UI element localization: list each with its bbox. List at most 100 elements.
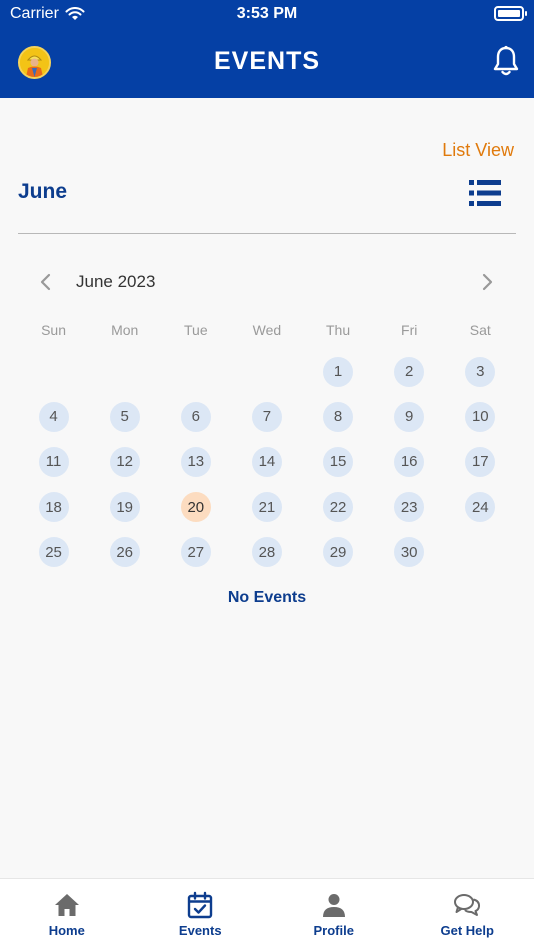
person-icon: [322, 894, 345, 917]
calendar-day-number: 26: [109, 537, 140, 568]
calendar-day[interactable]: 25: [18, 530, 89, 575]
calendar-day-number: 15: [323, 446, 354, 477]
calendar-day-number: 7: [251, 401, 282, 432]
calendar-day[interactable]: 16: [374, 439, 445, 484]
calendar-day-number: 4: [38, 401, 69, 432]
calendar-day[interactable]: 13: [160, 439, 231, 484]
weekday-label: Sat: [469, 322, 491, 338]
app-header: Carrier 3:53 PM EVENTS: [0, 0, 534, 98]
weekday-label: Wed: [252, 322, 282, 338]
calendar-day[interactable]: 2: [374, 349, 445, 394]
calendar-day[interactable]: 3: [445, 349, 516, 394]
calendar-day-number: 22: [323, 492, 354, 523]
calendar-day-number: 19: [109, 492, 140, 523]
calendar-day[interactable]: 15: [303, 439, 374, 484]
calendar-day-number: 13: [180, 446, 211, 477]
page-title: EVENTS: [213, 47, 321, 75]
list-toggle-icon[interactable]: [469, 180, 501, 206]
calendar-day-empty: [445, 530, 516, 575]
calendar-day-number: 17: [465, 446, 496, 477]
calendar-day-number: 2: [394, 356, 425, 387]
weekday-label: Tue: [184, 322, 208, 338]
status-time: 3:53 PM: [236, 5, 298, 22]
calendar-day[interactable]: 12: [89, 439, 160, 484]
status-bar: Carrier 3:53 PM: [0, 0, 534, 30]
month-heading: June: [18, 180, 68, 203]
weekday-label: Thu: [326, 322, 351, 338]
chat-bubbles-icon: [454, 894, 481, 916]
calendar-day-number: [39, 357, 69, 387]
calendar-day[interactable]: 26: [89, 530, 160, 575]
calendar-day[interactable]: 30: [374, 530, 445, 575]
calendar-day-number: 16: [394, 446, 425, 477]
calendar-day-number: [181, 357, 211, 387]
calendar-day[interactable]: 21: [231, 485, 302, 530]
divider: [18, 233, 516, 234]
calendar-day[interactable]: 29: [303, 530, 374, 575]
calendar-day[interactable]: 1: [303, 349, 374, 394]
battery-icon: [494, 6, 527, 21]
calendar-month-title: June 2023: [76, 272, 156, 291]
calendar-day-number: 9: [394, 401, 425, 432]
tab-label: Home: [48, 923, 85, 938]
calendar-day-number: 30: [394, 537, 425, 568]
weekday-label: Fri: [401, 322, 418, 338]
calendar-day-number: 25: [38, 537, 69, 568]
calendar-day[interactable]: 8: [303, 394, 374, 439]
calendar-day-number: 6: [180, 401, 211, 432]
calendar-days-grid: 1 2 3 4 5 6 7 8 9 10 11 12 13 14 15 16 17 18 19 20 21 22 23 24 2…: [18, 349, 516, 575]
list-view-link[interactable]: List View: [442, 140, 514, 161]
calendar-day[interactable]: 23: [374, 485, 445, 530]
calendar-day-number: 29: [323, 537, 354, 568]
tab-label: Events: [178, 923, 222, 938]
calendar-day-empty: [89, 349, 160, 394]
calendar-day[interactable]: 4: [18, 394, 89, 439]
calendar-day-number: 28: [251, 537, 282, 568]
calendar-day-number: 10: [465, 401, 496, 432]
home-icon: [54, 894, 79, 916]
calendar-day-empty: [160, 349, 231, 394]
tab-home[interactable]: Home: [0, 879, 134, 950]
calendar-day-number: 21: [251, 492, 282, 523]
calendar-day[interactable]: 19: [89, 485, 160, 530]
calendar-icon: [188, 891, 213, 919]
tab-get-help[interactable]: Get Help: [401, 879, 534, 950]
calendar-day-number: 11: [38, 446, 69, 477]
calendar-day[interactable]: 9: [374, 394, 445, 439]
calendar-day-number: 18: [38, 492, 69, 523]
calendar-day-number: 12: [109, 446, 140, 477]
chevron-right-icon[interactable]: [479, 272, 495, 292]
calendar-day-empty: [18, 349, 89, 394]
calendar-day[interactable]: 28: [231, 530, 302, 575]
calendar-header: June 2023: [0, 270, 534, 294]
calendar-day-number: 5: [109, 401, 140, 432]
calendar-day[interactable]: 24: [445, 485, 516, 530]
weekday-label: Mon: [111, 322, 139, 338]
tab-profile[interactable]: Profile: [267, 879, 401, 950]
calendar-day[interactable]: 14: [231, 439, 302, 484]
chevron-left-icon[interactable]: [38, 272, 54, 292]
calendar-day-number: 1: [323, 356, 354, 387]
tab-events[interactable]: Events: [134, 879, 268, 950]
calendar-day-number: 23: [394, 492, 425, 523]
tab-label: Get Help: [440, 923, 494, 938]
calendar-day-number: 27: [180, 537, 211, 568]
calendar-day[interactable]: 18: [18, 485, 89, 530]
bottom-tab-bar: Home Events Profile Get Help: [0, 878, 534, 950]
calendar-day[interactable]: 6: [160, 394, 231, 439]
calendar-day[interactable]: 20: [160, 485, 231, 530]
calendar-day-number: 3: [465, 356, 496, 387]
calendar-day[interactable]: 22: [303, 485, 374, 530]
calendar-day[interactable]: 11: [18, 439, 89, 484]
notification-bell-icon[interactable]: [492, 45, 520, 77]
calendar-day-empty: [231, 349, 302, 394]
calendar-day[interactable]: 10: [445, 394, 516, 439]
calendar-day[interactable]: 5: [89, 394, 160, 439]
calendar-day-number: 20: [180, 492, 211, 523]
calendar-day-number: 8: [323, 401, 354, 432]
calendar-day[interactable]: 7: [231, 394, 302, 439]
calendar-day[interactable]: 17: [445, 439, 516, 484]
tab-label: Profile: [313, 923, 354, 938]
calendar-day[interactable]: 27: [160, 530, 231, 575]
no-events-message: No Events: [227, 589, 307, 606]
